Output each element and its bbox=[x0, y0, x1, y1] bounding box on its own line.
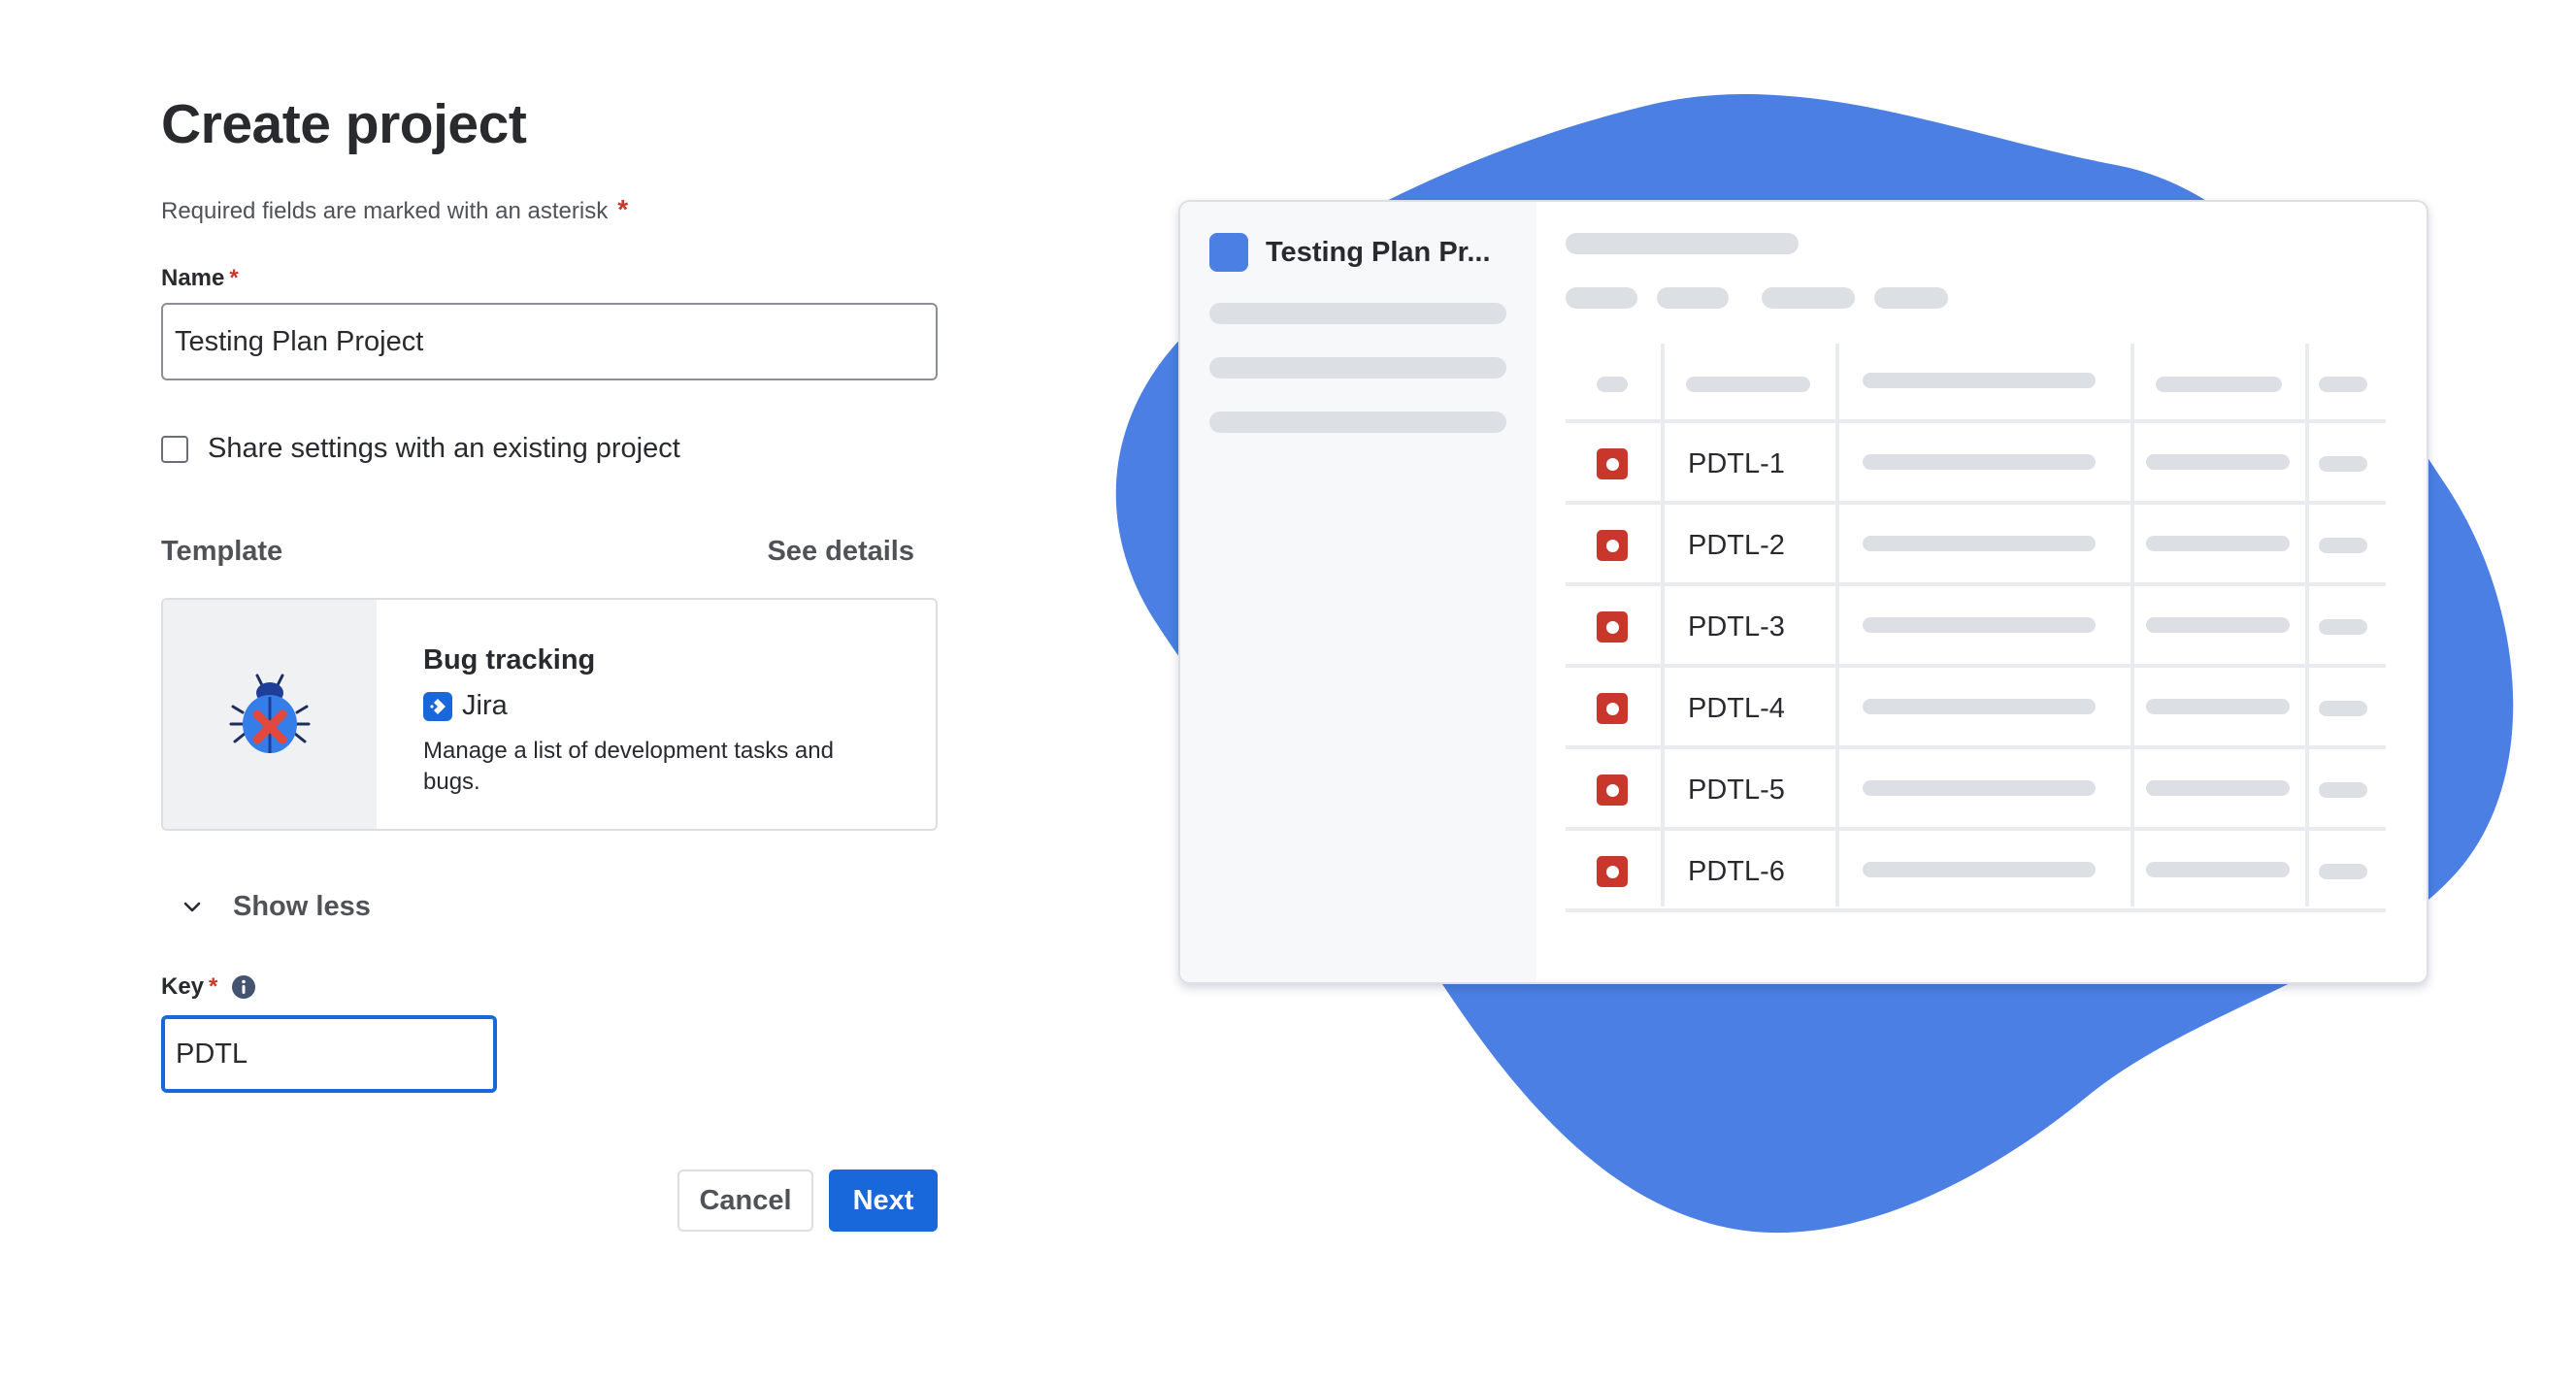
name-label: Name * bbox=[161, 265, 239, 292]
share-settings-row[interactable]: Share settings with an existing project bbox=[161, 433, 680, 465]
bug-issue-icon bbox=[1597, 693, 1628, 724]
skeleton-cell bbox=[2319, 377, 2367, 392]
grid-row: PDTL-5 bbox=[1566, 749, 2386, 831]
required-asterisk: * bbox=[229, 265, 239, 291]
grid-row: PDTL-3 bbox=[1566, 586, 2386, 668]
template-card[interactable]: Bug tracking Jira Manage a list of devel… bbox=[161, 598, 938, 831]
template-description: Manage a list of development tasks and b… bbox=[423, 738, 834, 795]
skeleton-cell bbox=[1863, 699, 2096, 714]
grid-row: PDTL-4 bbox=[1566, 668, 2386, 749]
skeleton-cell bbox=[2146, 862, 2290, 877]
skeleton-cell bbox=[1863, 536, 2096, 551]
skeleton-cell bbox=[1863, 454, 2096, 470]
skeleton-cell bbox=[2319, 701, 2367, 716]
chevron-down-icon bbox=[183, 902, 201, 911]
skeleton-cell bbox=[2146, 780, 2290, 796]
skeleton-cell bbox=[2319, 864, 2367, 879]
skeleton-cell bbox=[1863, 862, 2096, 877]
skeleton-title bbox=[1566, 233, 1799, 254]
page-title: Create project bbox=[161, 93, 527, 155]
show-less-label[interactable]: Show less bbox=[233, 891, 371, 923]
required-note-text: Required fields are marked with an aster… bbox=[161, 198, 609, 224]
bug-icon bbox=[229, 674, 311, 753]
see-details-link[interactable]: See details bbox=[767, 536, 914, 568]
skeleton-chip bbox=[1657, 287, 1729, 309]
skeleton-cell bbox=[2146, 536, 2290, 551]
grid-row: PDTL-1 bbox=[1566, 423, 2386, 505]
issue-key: PDTL-5 bbox=[1688, 774, 1785, 806]
share-settings-label[interactable]: Share settings with an existing project bbox=[208, 433, 680, 465]
skeleton-cell bbox=[1597, 377, 1628, 392]
issue-key: PDTL-2 bbox=[1688, 530, 1785, 561]
issue-key: PDTL-1 bbox=[1688, 448, 1785, 479]
next-button[interactable]: Next bbox=[829, 1170, 938, 1232]
skeleton-chip bbox=[1566, 287, 1637, 309]
project-preview-card: Testing Plan Pr... PDTL-1 PDTL-2 PDTL-3 … bbox=[1178, 200, 2428, 984]
skeleton-cell bbox=[1863, 780, 2096, 796]
project-avatar bbox=[1209, 233, 1248, 272]
name-label-text: Name bbox=[161, 265, 225, 291]
skeleton-cell bbox=[1863, 373, 2096, 388]
bug-issue-icon bbox=[1597, 530, 1628, 561]
required-asterisk: * bbox=[617, 194, 629, 224]
skeleton-cell bbox=[2319, 456, 2367, 472]
bug-issue-icon bbox=[1597, 448, 1628, 479]
skeleton-cell bbox=[2319, 782, 2367, 798]
skeleton-cell bbox=[2319, 538, 2367, 553]
skeleton-chip bbox=[1874, 287, 1948, 309]
preview-main: PDTL-1 PDTL-2 PDTL-3 PDTL-4 PDTL-5 PDTL-… bbox=[1536, 202, 2427, 982]
key-label-row: Key * bbox=[161, 973, 256, 1001]
name-input[interactable] bbox=[161, 303, 938, 380]
template-details: Bug tracking Jira Manage a list of devel… bbox=[377, 600, 936, 829]
show-less-toggle[interactable]: Show less bbox=[181, 891, 371, 923]
grid-row: PDTL-2 bbox=[1566, 505, 2386, 586]
issue-key: PDTL-6 bbox=[1688, 856, 1785, 887]
template-thumbnail bbox=[163, 600, 377, 829]
cancel-button[interactable]: Cancel bbox=[677, 1170, 813, 1232]
issue-key: PDTL-3 bbox=[1688, 611, 1785, 643]
bug-issue-icon bbox=[1597, 856, 1628, 887]
skeleton-chip bbox=[1762, 287, 1855, 309]
template-name: Bug tracking bbox=[423, 644, 596, 676]
bug-issue-icon bbox=[1597, 774, 1628, 806]
skeleton-line bbox=[1209, 412, 1506, 433]
preview-project-name: Testing Plan Pr... bbox=[1266, 236, 1491, 268]
share-settings-checkbox[interactable] bbox=[161, 435, 188, 463]
template-product-name: Jira bbox=[462, 690, 508, 721]
skeleton-cell bbox=[2156, 377, 2282, 392]
skeleton-cell bbox=[1863, 617, 2096, 633]
preview-issue-grid: PDTL-1 PDTL-2 PDTL-3 PDTL-4 PDTL-5 PDTL-… bbox=[1566, 344, 2386, 912]
info-icon[interactable] bbox=[231, 974, 256, 1000]
template-heading: Template bbox=[161, 536, 283, 567]
skeleton-line bbox=[1209, 303, 1506, 324]
key-input[interactable] bbox=[161, 1015, 497, 1093]
bug-issue-icon bbox=[1597, 611, 1628, 643]
key-label-text: Key bbox=[161, 973, 205, 1000]
skeleton-cell bbox=[2146, 699, 2290, 714]
skeleton-cell bbox=[2146, 617, 2290, 633]
grid-header-row bbox=[1566, 344, 2386, 423]
required-asterisk: * bbox=[209, 973, 218, 1000]
jira-logo-icon bbox=[423, 691, 452, 721]
skeleton-line bbox=[1209, 357, 1506, 379]
skeleton-cell bbox=[1686, 377, 1810, 392]
skeleton-cell bbox=[2146, 454, 2290, 470]
skeleton-cell bbox=[2319, 619, 2367, 635]
template-product: Jira bbox=[423, 690, 897, 722]
required-fields-note: Required fields are marked with an aster… bbox=[161, 194, 628, 225]
grid-row: PDTL-6 bbox=[1566, 831, 2386, 912]
preview-project-header: Testing Plan Pr... bbox=[1209, 233, 1507, 272]
preview-sidebar: Testing Plan Pr... bbox=[1180, 202, 1536, 982]
issue-key: PDTL-4 bbox=[1688, 693, 1785, 724]
key-label: Key * bbox=[161, 973, 217, 1001]
